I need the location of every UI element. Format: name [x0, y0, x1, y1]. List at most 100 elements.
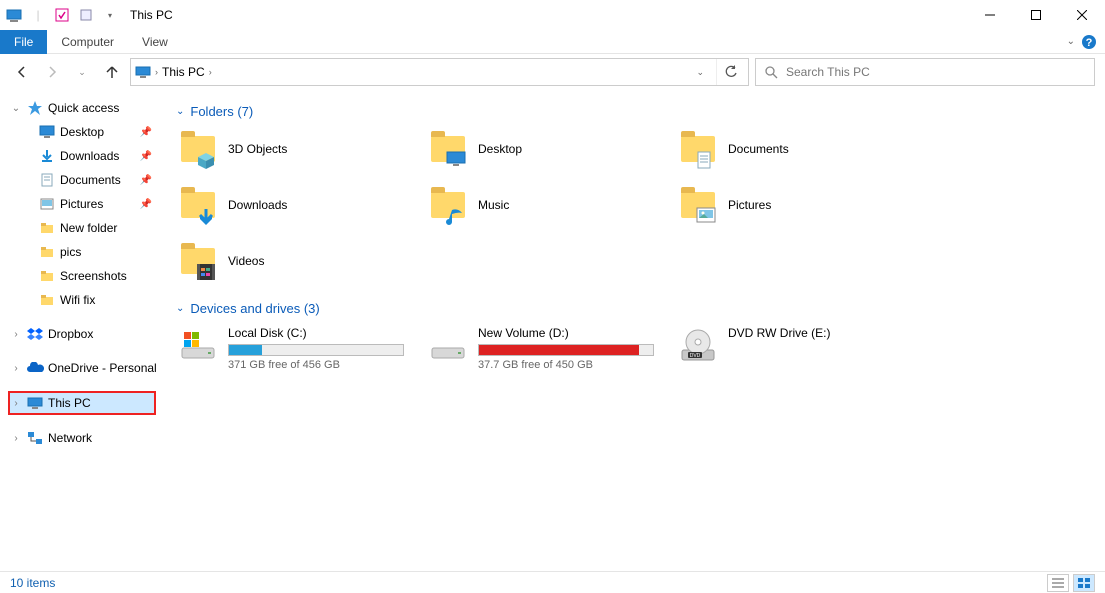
folder-videos[interactable]: Videos [176, 239, 426, 283]
drive-icon: DVD [678, 326, 718, 366]
address-bar[interactable]: › This PC › ⌄ [130, 58, 749, 86]
star-icon [26, 99, 44, 117]
minimize-button[interactable] [967, 0, 1013, 30]
folder-label: 3D Objects [228, 142, 287, 156]
item-icon [38, 291, 56, 309]
search-icon [764, 65, 778, 79]
item-icon [38, 243, 56, 261]
tree-label: Screenshots [60, 269, 127, 283]
view-details-button[interactable] [1047, 574, 1069, 592]
help-icon[interactable]: ? [1081, 34, 1097, 50]
folder-3d-objects[interactable]: 3D Objects [176, 127, 426, 171]
section-header-drives[interactable]: ⌄ Devices and drives (3) [176, 301, 1089, 316]
status-bar: 10 items [0, 571, 1105, 593]
svg-text:?: ? [1086, 37, 1093, 49]
folder-icon [178, 241, 218, 281]
collapse-icon[interactable]: ⌄ [10, 103, 22, 114]
drive-new-volume-d-[interactable]: New Volume (D:)37.7 GB free of 450 GB [426, 324, 676, 373]
tree-label: New folder [60, 221, 117, 235]
folder-icon [178, 129, 218, 169]
address-history-dropdown[interactable]: ⌄ [696, 67, 704, 78]
sidebar-item-this-pc[interactable]: ›This PC [8, 391, 156, 415]
folder-icon [178, 185, 218, 225]
address-pc-icon [135, 65, 151, 79]
drive-free-text: 37.7 GB free of 450 GB [478, 359, 654, 371]
folder-desktop[interactable]: Desktop [426, 127, 676, 171]
drive-local-disk-c-[interactable]: Local Disk (C:)371 GB free of 456 GB [176, 324, 426, 373]
drive-usage-bar [478, 344, 654, 356]
view-large-icons-button[interactable] [1073, 574, 1095, 592]
sidebar-item-onedrive-personal[interactable]: ›OneDrive - Personal [8, 356, 160, 380]
folder-downloads[interactable]: Downloads [176, 183, 426, 227]
back-button[interactable] [10, 60, 34, 84]
qat-properties-icon[interactable] [52, 5, 72, 25]
sidebar-item-documents[interactable]: Documents📌 [8, 168, 160, 192]
folder-documents[interactable]: Documents [676, 127, 926, 171]
expand-icon[interactable]: › [10, 363, 22, 374]
item-icon [26, 394, 44, 412]
item-icon [26, 429, 44, 447]
forward-button[interactable] [40, 60, 64, 84]
content-pane: ⌄ Folders (7) 3D Objects Desktop Documents… [160, 90, 1105, 571]
ribbon: File Computer View ⌄ ? [0, 30, 1105, 54]
folder-music[interactable]: Music [426, 183, 676, 227]
section-header-folders[interactable]: ⌄ Folders (7) [176, 104, 1089, 119]
folder-icon [428, 129, 468, 169]
folder-label: Downloads [228, 198, 287, 212]
close-button[interactable] [1059, 0, 1105, 30]
navigation-pane: ⌄ Quick access Desktop📌Downloads📌Documen… [0, 90, 160, 571]
folder-label: Documents [728, 142, 789, 156]
item-icon [38, 219, 56, 237]
tree-label: Documents [60, 173, 121, 187]
tree-label: Desktop [60, 125, 104, 139]
qat-dropdown-icon[interactable]: ▾ [100, 5, 120, 25]
sidebar-item-pictures[interactable]: Pictures📌 [8, 192, 160, 216]
maximize-button[interactable] [1013, 0, 1059, 30]
chevron-right-icon[interactable]: › [155, 67, 158, 77]
pin-icon: 📌 [140, 199, 152, 210]
title-bar: | ▾ This PC [0, 0, 1105, 30]
folder-label: Desktop [478, 142, 522, 156]
drive-label: DVD RW Drive (E:) [728, 326, 904, 340]
ribbon-tab-view[interactable]: View [128, 30, 182, 54]
ribbon-tab-computer[interactable]: Computer [47, 30, 128, 54]
breadcrumb[interactable]: This PC [162, 65, 205, 79]
search-input[interactable]: Search This PC [755, 58, 1095, 86]
refresh-button[interactable] [716, 59, 744, 85]
item-icon [38, 123, 56, 141]
app-icon [4, 5, 24, 25]
chevron-down-icon: ⌄ [176, 303, 184, 314]
expand-icon[interactable]: › [10, 398, 22, 409]
section-title: Devices and drives (3) [190, 301, 319, 316]
sidebar-item-dropbox[interactable]: › Dropbox [8, 322, 160, 346]
sidebar-item-downloads[interactable]: Downloads📌 [8, 144, 160, 168]
tree-label: Network [48, 431, 92, 445]
sidebar-item-network[interactable]: › Network [8, 426, 160, 450]
drive-dvd-rw-drive-e-[interactable]: DVD DVD RW Drive (E:) [676, 324, 926, 373]
ribbon-tab-file[interactable]: File [0, 30, 47, 54]
expand-icon[interactable]: › [10, 433, 22, 444]
pin-icon: 📌 [140, 151, 152, 162]
sidebar-item-screenshots[interactable]: Screenshots [8, 264, 160, 288]
sidebar-item-wifi-fix[interactable]: Wifi fix [8, 288, 160, 312]
item-icon [38, 267, 56, 285]
drive-usage-bar [228, 344, 404, 356]
tree-label: Dropbox [48, 327, 93, 341]
folder-label: Music [478, 198, 509, 212]
qat-newfolder-icon[interactable] [76, 5, 96, 25]
sidebar-item-pics[interactable]: pics [8, 240, 160, 264]
tree-label: Quick access [48, 101, 119, 115]
chevron-right-icon[interactable]: › [209, 67, 212, 77]
recent-dropdown-icon[interactable]: ⌄ [70, 60, 94, 84]
expand-icon[interactable]: › [10, 329, 22, 340]
ribbon-expand-icon[interactable]: ⌄ [1067, 36, 1075, 47]
tree-label: Wifi fix [60, 293, 95, 307]
drive-free-text: 371 GB free of 456 GB [228, 359, 404, 371]
sidebar-item-new-folder[interactable]: New folder [8, 216, 160, 240]
tree-quick-access[interactable]: ⌄ Quick access [8, 96, 160, 120]
folder-pictures[interactable]: Pictures [676, 183, 926, 227]
sidebar-item-desktop[interactable]: Desktop📌 [8, 120, 160, 144]
item-icon [38, 147, 56, 165]
folder-icon [678, 185, 718, 225]
up-button[interactable] [100, 60, 124, 84]
